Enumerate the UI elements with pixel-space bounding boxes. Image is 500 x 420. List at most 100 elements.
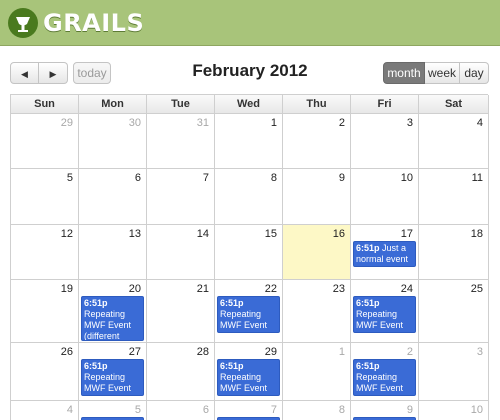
prev-month-button[interactable]: ◀ bbox=[10, 62, 39, 84]
day-cell[interactable]: 13 bbox=[79, 225, 147, 280]
week-view-button[interactable]: week bbox=[425, 62, 460, 84]
weekday-wed: Wed bbox=[215, 95, 283, 114]
calendar-event[interactable]: 6:51p Repeating MWF Event (different loc… bbox=[81, 296, 144, 341]
day-number: 26 bbox=[60, 346, 73, 358]
day-number: 21 bbox=[196, 283, 209, 295]
day-number: 30 bbox=[128, 117, 141, 129]
calendar-event[interactable]: 6:51p Repeating MWF Event bbox=[353, 296, 416, 333]
arrow-right-icon: ▶ bbox=[49, 69, 57, 79]
calendar-event[interactable]: 6:51p Repeating MWF Event bbox=[81, 359, 144, 396]
day-cell[interactable]: 9 bbox=[283, 169, 351, 225]
app-header: GRAILS bbox=[0, 0, 500, 46]
today-button[interactable]: today bbox=[73, 62, 111, 84]
day-number: 27 bbox=[128, 346, 141, 358]
day-cell[interactable]: 4 bbox=[11, 401, 79, 420]
day-number: 20 bbox=[128, 283, 141, 295]
month-grid: Sun Mon Tue Wed Thu Fri Sat 29 30 31 1 2 3 4 5 6 7 8 9 10 11… bbox=[10, 94, 489, 420]
logo-text: GRAILS bbox=[43, 9, 145, 37]
arrow-left-icon: ◀ bbox=[21, 69, 28, 79]
event-time: 6:51p bbox=[84, 361, 108, 371]
day-number: 13 bbox=[128, 228, 141, 240]
day-cell[interactable]: 15 bbox=[215, 225, 283, 280]
grails-logo[interactable]: GRAILS bbox=[8, 7, 144, 39]
day-cell[interactable]: 10 bbox=[351, 169, 419, 225]
day-cell[interactable]: 30 bbox=[79, 114, 147, 169]
day-cell[interactable]: 23 bbox=[283, 280, 351, 343]
day-cell[interactable]: 28 bbox=[147, 343, 215, 401]
event-time: 6:51p bbox=[220, 361, 244, 371]
month-view-button[interactable]: month bbox=[383, 62, 425, 84]
event-title: Repeating MWF Event bbox=[84, 372, 132, 393]
weekday-mon: Mon bbox=[79, 95, 147, 114]
day-number: 10 bbox=[470, 404, 483, 416]
grails-cup-icon bbox=[8, 8, 38, 38]
day-cell[interactable]: 6 bbox=[79, 169, 147, 225]
day-cell[interactable]: 14 bbox=[147, 225, 215, 280]
day-cell[interactable]: 1 bbox=[283, 343, 351, 401]
day-cell[interactable]: 16 bbox=[283, 225, 351, 280]
day-number: 24 bbox=[400, 283, 413, 295]
day-number: 16 bbox=[332, 228, 345, 240]
day-cell[interactable]: 12 bbox=[11, 225, 79, 280]
weekday-header: Sun Mon Tue Wed Thu Fri Sat bbox=[11, 95, 489, 114]
calendar-event[interactable]: 6:51p Just a normal event bbox=[353, 241, 416, 267]
day-cell[interactable]: 1 bbox=[215, 114, 283, 169]
day-cell[interactable]: 6 bbox=[147, 401, 215, 420]
day-cell[interactable]: 4 bbox=[419, 114, 489, 169]
day-number: 8 bbox=[338, 404, 345, 416]
calendar-event[interactable]: 6:51p Repeating MWF Event bbox=[353, 359, 416, 396]
day-cell[interactable]: 25 bbox=[419, 280, 489, 343]
day-number: 6 bbox=[134, 172, 141, 184]
day-cell[interactable]: 3 bbox=[419, 343, 489, 401]
event-title: Repeating MWF Event bbox=[220, 372, 268, 393]
day-number: 5 bbox=[134, 404, 141, 416]
calendar-title: February 2012 bbox=[192, 61, 308, 80]
weekday-tue: Tue bbox=[147, 95, 215, 114]
day-number: 15 bbox=[264, 228, 277, 240]
day-number: 23 bbox=[332, 283, 345, 295]
day-cell[interactable]: 21 bbox=[147, 280, 215, 343]
day-number: 1 bbox=[270, 117, 277, 129]
day-number: 6 bbox=[202, 404, 209, 416]
day-cell[interactable]: 3 bbox=[351, 114, 419, 169]
day-number: 3 bbox=[406, 117, 413, 129]
day-cell[interactable]: 29 bbox=[11, 114, 79, 169]
day-cell[interactable]: 19 bbox=[11, 280, 79, 343]
day-number: 29 bbox=[60, 117, 73, 129]
day-number: 7 bbox=[270, 404, 277, 416]
day-cell[interactable]: 26 bbox=[11, 343, 79, 401]
event-time: 6:51p bbox=[356, 361, 380, 371]
calendar-event[interactable]: 6:51p Repeating MWF Event bbox=[217, 296, 280, 333]
event-time: 6:51p bbox=[220, 298, 244, 308]
day-view-button[interactable]: day bbox=[460, 62, 489, 84]
day-cell[interactable]: 2 bbox=[283, 114, 351, 169]
day-cell[interactable]: 11 bbox=[419, 169, 489, 225]
weekday-thu: Thu bbox=[283, 95, 351, 114]
day-cell[interactable]: 5 bbox=[11, 169, 79, 225]
day-number: 4 bbox=[66, 404, 73, 416]
day-number: 7 bbox=[202, 172, 209, 184]
day-number: 2 bbox=[406, 346, 413, 358]
day-number: 8 bbox=[270, 172, 277, 184]
event-time: 6:51p bbox=[356, 298, 380, 308]
weekday-sun: Sun bbox=[11, 95, 79, 114]
calendar-event[interactable]: 6:51p Repeating MWF Event bbox=[217, 359, 280, 396]
day-number: 25 bbox=[470, 283, 483, 295]
day-number: 9 bbox=[338, 172, 345, 184]
day-cell[interactable]: 8 bbox=[215, 169, 283, 225]
day-number: 12 bbox=[60, 228, 73, 240]
day-number: 29 bbox=[264, 346, 277, 358]
day-number: 9 bbox=[406, 404, 413, 416]
day-cell[interactable]: 31 bbox=[147, 114, 215, 169]
day-cell[interactable]: 7 bbox=[147, 169, 215, 225]
day-number: 17 bbox=[400, 228, 413, 240]
day-number: 31 bbox=[196, 117, 209, 129]
day-number: 3 bbox=[476, 346, 483, 358]
day-number: 11 bbox=[471, 172, 483, 184]
day-number: 5 bbox=[66, 172, 73, 184]
day-cell[interactable]: 8 bbox=[283, 401, 351, 420]
day-cell[interactable]: 10 bbox=[419, 401, 489, 420]
day-number: 1 bbox=[338, 346, 345, 358]
day-cell[interactable]: 18 bbox=[419, 225, 489, 280]
next-month-button[interactable]: ▶ bbox=[39, 62, 68, 84]
